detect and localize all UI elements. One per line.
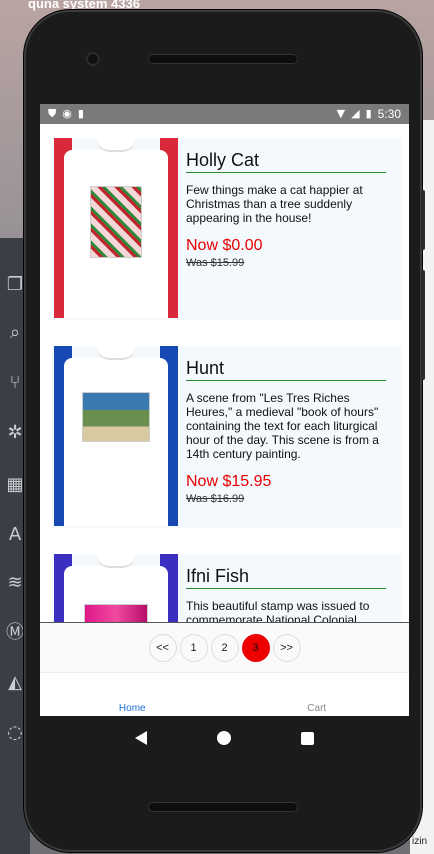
product-info: Hunt A scene from "Les Tres Riches Heure… xyxy=(178,346,402,528)
bottom-tab-bar: Home Cart xyxy=(40,672,409,716)
product-info: Holly Cat Few things make a cat happier … xyxy=(178,138,402,320)
recent-apps-icon[interactable] xyxy=(301,731,314,745)
shirt-artwork xyxy=(82,392,150,442)
files-icon[interactable]: ❐ xyxy=(4,274,26,296)
right-text: izin xyxy=(412,836,428,847)
product-title[interactable]: Holly Cat xyxy=(186,150,386,173)
status-time: 5:30 xyxy=(377,107,401,121)
product-image[interactable] xyxy=(54,138,178,318)
shield-icon: ⛊ xyxy=(48,107,57,120)
front-camera xyxy=(86,52,100,66)
home-icon[interactable] xyxy=(217,731,231,745)
shirt-body xyxy=(64,358,168,526)
product-description: A scene from "Les Tres Riches Heures," a… xyxy=(186,391,379,461)
search-icon[interactable]: ⌕ xyxy=(4,322,26,344)
page-2-button[interactable]: 2 xyxy=(210,633,239,662)
product-card[interactable]: Holly Cat Few things make a cat happier … xyxy=(52,138,402,320)
extensions-icon[interactable]: ▦ xyxy=(4,474,26,496)
price-now: Now $15.95 xyxy=(186,473,272,490)
product-info: Ifni Fish This beautiful stamp was issue… xyxy=(178,554,402,622)
tab-cart[interactable]: Cart xyxy=(225,673,410,716)
status-bar: ⛊ ◉ ▮ ▼ ◢ ▮ 5:30 xyxy=(40,104,409,124)
product-list[interactable]: Holly Cat Few things make a cat happier … xyxy=(40,124,409,622)
top-speaker xyxy=(148,54,298,64)
pagination: << 1 2 3 >> xyxy=(40,622,409,672)
volume-button[interactable] xyxy=(421,270,425,380)
android-nav-bar xyxy=(40,716,409,760)
product-image[interactable] xyxy=(54,346,178,526)
product-card[interactable]: Ifni Fish This beautiful stamp was issue… xyxy=(52,554,402,622)
marker-icon[interactable]: Ⓜ xyxy=(4,622,26,644)
signal-icon: ◢ xyxy=(351,107,360,120)
sd-card-icon: ▮ xyxy=(77,107,84,120)
power-button[interactable] xyxy=(421,190,425,250)
angular-icon[interactable]: A xyxy=(4,524,26,546)
shirt-artwork xyxy=(90,186,142,258)
app-screen: ⛊ ◉ ▮ ▼ ◢ ▮ 5:30 Holly Cat Few things ma… xyxy=(40,104,409,716)
page-1-button[interactable]: 1 xyxy=(179,633,208,662)
wifi-icon: ▼ xyxy=(336,107,346,120)
shirt-artwork xyxy=(84,604,148,622)
remote-icon[interactable]: ◌ xyxy=(4,722,26,744)
price-was: Was $15.99 xyxy=(186,257,245,269)
debug-icon[interactable]: ✲ xyxy=(4,422,26,444)
product-description: This beautiful stamp was issued to comme… xyxy=(186,599,370,622)
first-page-button[interactable]: << xyxy=(148,633,177,662)
product-image[interactable] xyxy=(54,554,178,622)
bottom-speaker xyxy=(148,802,298,812)
back-icon[interactable] xyxy=(135,731,147,745)
price-was: Was $16.99 xyxy=(186,493,245,505)
price-now: Now $0.00 xyxy=(186,237,263,254)
product-title[interactable]: Ifni Fish xyxy=(186,566,386,589)
source-control-icon[interactable]: ⑂ xyxy=(4,372,26,394)
product-card[interactable]: Hunt A scene from "Les Tres Riches Heure… xyxy=(52,346,402,528)
product-title[interactable]: Hunt xyxy=(186,358,386,381)
product-description: Few things make a cat happier at Christm… xyxy=(186,183,363,225)
last-page-button[interactable]: >> xyxy=(272,633,301,662)
battery-icon: ▮ xyxy=(365,107,372,120)
docker-icon[interactable]: ≋ xyxy=(4,572,26,594)
tab-home[interactable]: Home xyxy=(40,673,225,716)
page-3-button[interactable]: 3 xyxy=(241,633,270,662)
circle-icon: ◉ xyxy=(62,107,72,120)
azure-icon[interactable]: ◭ xyxy=(4,672,26,694)
